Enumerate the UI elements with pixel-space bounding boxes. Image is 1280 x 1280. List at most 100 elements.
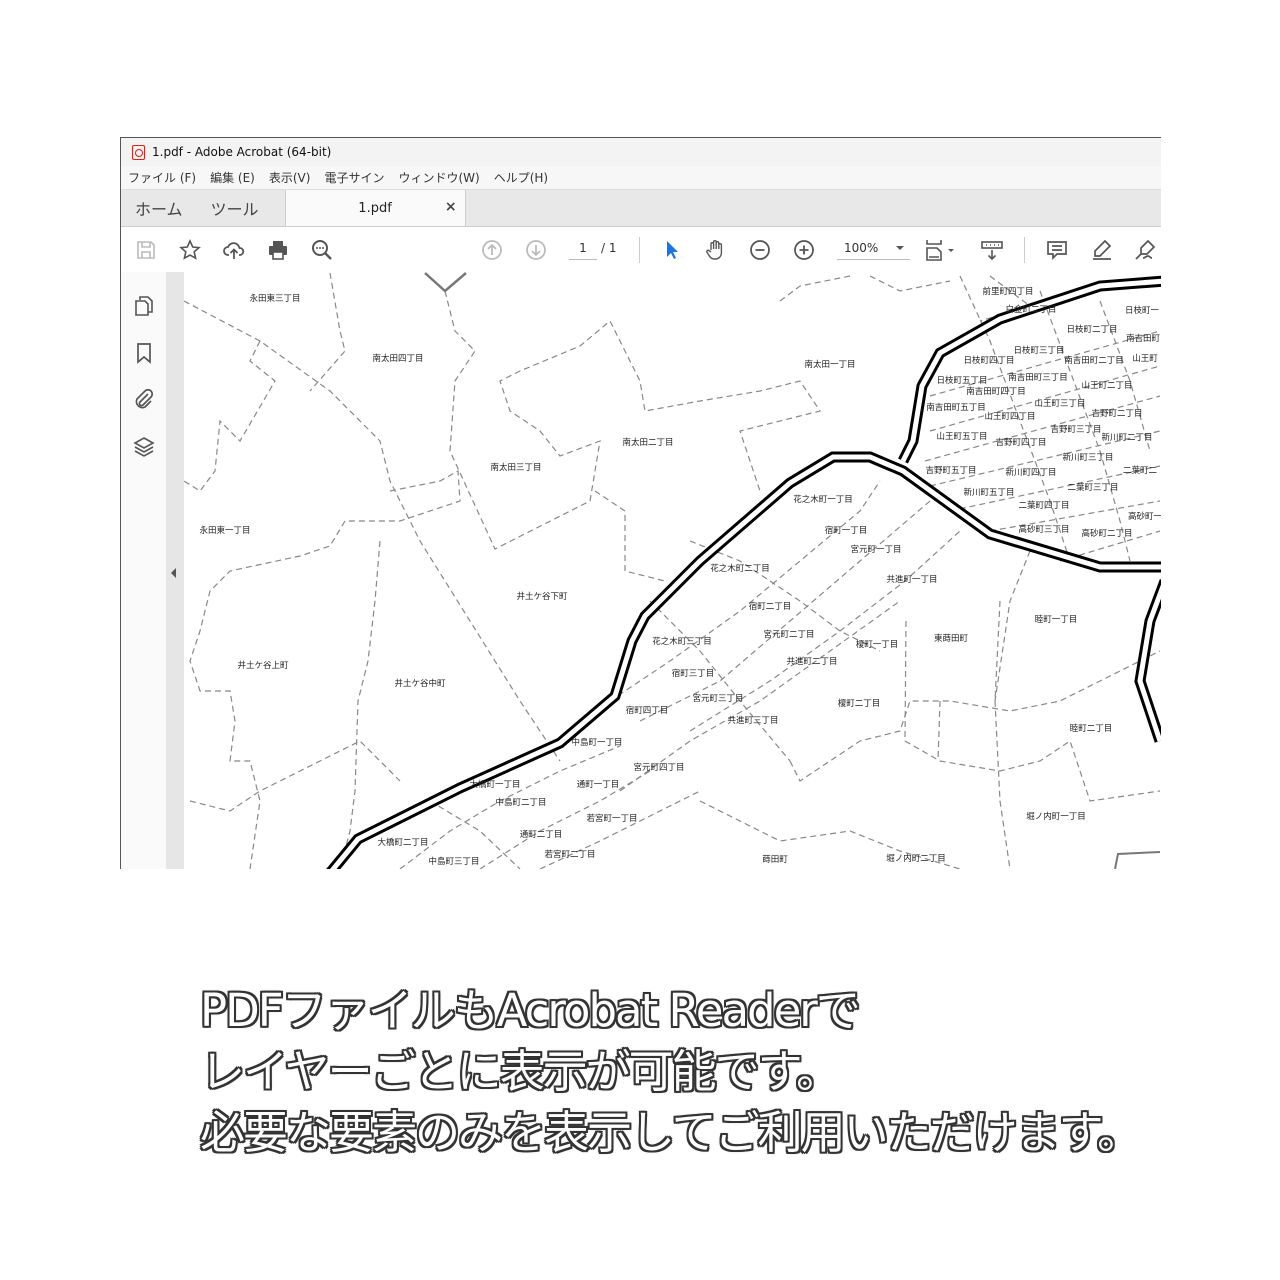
district-label: 南吉田町三丁目 — [1008, 372, 1068, 383]
scroll-mode-icon[interactable] — [979, 237, 1005, 263]
district-label: 通町一丁目 — [577, 779, 620, 790]
close-tab-icon[interactable]: × — [445, 199, 457, 215]
menu-esign[interactable]: 電子サイン — [324, 169, 384, 186]
district-label: 南吉田町 — [1126, 333, 1161, 344]
pdf-map-page: 永田東三丁目 南太田四丁目 南太田一丁目 南太田二丁目 南太田三丁目 永田東一丁目 井土ケ谷… — [184, 272, 1161, 869]
district-label: 南太田四丁目 — [372, 353, 423, 364]
navigation-pane — [121, 272, 166, 869]
menu-view[interactable]: 表示(V) — [269, 169, 311, 186]
acrobat-window: 1.pdf - Adobe Acrobat (64-bit) ファイル (F) … — [120, 137, 1161, 869]
district-label: 宮元町四丁目 — [633, 762, 684, 773]
window-title: 1.pdf - Adobe Acrobat (64-bit) — [152, 145, 332, 159]
district-label: 共進町二丁目 — [786, 657, 837, 667]
district-label: 堀ノ内町一丁目 — [1026, 811, 1086, 822]
comment-icon[interactable] — [1044, 237, 1070, 263]
pages-icon[interactable] — [132, 294, 156, 318]
menu-edit[interactable]: 編集 (E) — [210, 169, 255, 186]
district-label: 永田東一丁目 — [199, 525, 250, 536]
district-label: 宮元町二丁目 — [763, 629, 814, 640]
district-label: 新川町四丁目 — [1005, 467, 1056, 478]
district-label: 白金町二丁目 — [1005, 304, 1056, 315]
page-number-input[interactable]: 1 — [569, 241, 597, 260]
highlight-icon[interactable] — [1088, 237, 1114, 263]
menu-window[interactable]: ウィンドウ(W) — [398, 169, 479, 186]
hand-icon[interactable] — [703, 237, 729, 263]
zoom-level-value: 100% — [844, 241, 879, 255]
page-down-icon[interactable] — [523, 237, 549, 263]
collapse-arrow-icon[interactable] — [171, 568, 176, 578]
tab-home[interactable]: ホーム — [121, 190, 197, 226]
zoom-out-icon[interactable] — [747, 237, 773, 263]
district-label: 高砂町一 — [1128, 511, 1161, 522]
select-cursor-icon[interactable] — [659, 237, 685, 263]
zoom-in-icon[interactable] — [791, 237, 817, 263]
district-label: 山王町五丁目 — [936, 431, 987, 442]
district-label: 井土ケ谷下町 — [516, 591, 568, 602]
district-label: 宿町二丁目 — [749, 601, 792, 612]
district-label: 大橋町一丁目 — [469, 779, 520, 790]
district-label: 南吉田町五丁目 — [926, 402, 986, 413]
district-label: 榎町一丁目 — [856, 639, 899, 650]
district-label: 日枝町一 — [1125, 305, 1160, 316]
district-label: 山王町 — [1132, 353, 1158, 364]
pane-collapse-strip[interactable] — [166, 272, 184, 869]
district-label: 井土ケ谷中町 — [394, 678, 446, 689]
district-label: 二葉町四丁目 — [1018, 500, 1069, 511]
district-label: 日枝町四丁目 — [963, 355, 1014, 366]
page-up-icon[interactable] — [479, 237, 505, 263]
bookmark-star-icon[interactable] — [177, 237, 203, 263]
district-label: 山王町四丁目 — [984, 411, 1035, 422]
district-label: 南吉田町四丁目 — [966, 386, 1026, 397]
district-label: 榎町二丁目 — [838, 698, 881, 709]
district-label: 井土ケ谷上町 — [237, 660, 289, 671]
district-label: 若宮町二丁目 — [544, 849, 595, 860]
district-label: 宮元町三丁目 — [692, 693, 743, 704]
save-icon[interactable] — [133, 237, 159, 263]
toolbar-divider — [1024, 237, 1025, 263]
attachment-icon[interactable] — [132, 387, 156, 411]
district-label: 宮元町一丁目 — [850, 544, 901, 555]
fit-page-icon[interactable] — [923, 237, 959, 263]
district-label: 高砂町二丁目 — [1081, 528, 1132, 539]
district-label: 若宮町一丁目 — [586, 813, 637, 824]
menu-help[interactable]: ヘルプ(H) — [494, 169, 548, 186]
tab-tools[interactable]: ツール — [197, 190, 273, 226]
tab-bar: ホーム ツール 1.pdf × — [121, 190, 1161, 227]
district-label: 中島町一丁目 — [571, 737, 622, 748]
district-label: 東蒔田町 — [934, 633, 969, 644]
title-bar: 1.pdf - Adobe Acrobat (64-bit) — [121, 138, 1161, 166]
print-icon[interactable] — [265, 237, 291, 263]
district-label: 花之木町三丁目 — [652, 636, 712, 647]
caption: PDFファイルもAcrobat Readerで レイヤーごとに表示が可能です。 … — [200, 980, 1142, 1163]
toolbar-divider — [639, 237, 640, 263]
menu-file[interactable]: ファイル (F) — [128, 169, 196, 186]
district-label: 二葉町二 — [1123, 465, 1158, 476]
district-label: 南太田一丁目 — [804, 359, 855, 370]
district-label: 南吉田町二丁目 — [1064, 355, 1124, 366]
district-label: 蒔田町 — [762, 854, 788, 865]
district-label: 睦町一丁目 — [1035, 614, 1078, 625]
caption-line-2: レイヤーごとに表示が可能です。 — [200, 1045, 841, 1098]
zoom-level-dropdown[interactable]: 100% — [837, 241, 910, 260]
district-label: 吉野町五丁目 — [925, 466, 976, 476]
district-label: 宿町四丁目 — [626, 705, 669, 716]
chevron-down-icon — [896, 246, 904, 254]
district-label: 吉野町二丁目 — [1091, 409, 1142, 419]
layers-icon[interactable] — [132, 435, 156, 459]
district-label: 新川町二丁目 — [1101, 432, 1152, 443]
district-label: 永田東三丁目 — [249, 293, 300, 304]
bookmark-icon[interactable] — [132, 341, 156, 365]
tab-document[interactable]: 1.pdf × — [284, 190, 466, 226]
sign-icon[interactable] — [1132, 237, 1158, 263]
acrobat-pdf-icon — [132, 144, 145, 160]
cloud-upload-icon[interactable] — [221, 237, 247, 263]
district-label: 南太田三丁目 — [490, 462, 541, 473]
district-label: 大橋町二丁目 — [377, 837, 428, 848]
district-label: 共進町一丁目 — [886, 575, 937, 585]
district-label: 吉野町三丁目 — [1050, 425, 1101, 435]
district-label: 花之木町二丁目 — [710, 563, 770, 574]
search-zoom-icon[interactable] — [309, 237, 335, 263]
district-label: 吉野町四丁目 — [995, 438, 1046, 448]
district-label: 日枝町三丁目 — [1013, 345, 1064, 356]
district-label: 通町二丁目 — [520, 829, 563, 840]
